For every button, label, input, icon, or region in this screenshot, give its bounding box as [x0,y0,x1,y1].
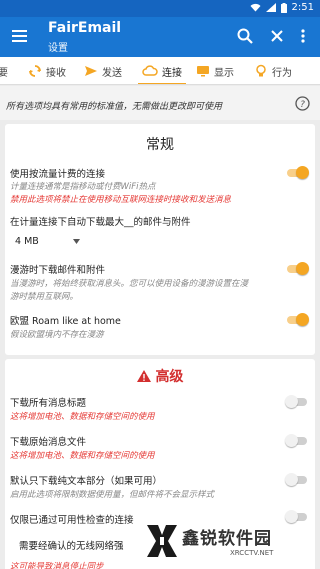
hint-text: 所有选项均具有常用的标准值，无需做出更改即可使用 [6,102,223,112]
metered-warning: 禁用此选项将禁止在使用移动互联网连接时接收和发送消息 [10,195,232,205]
validated-label: 仅限已通过可用性检查的连接 [10,515,134,526]
app-title: FairEmail [48,20,122,36]
download-limit-label: 在计量连接下自动下载最大__的邮件与附件 [10,217,191,228]
status-time: 2:51 [291,2,314,13]
lightbulb-icon [256,64,266,77]
tab-label: 要 [0,64,8,79]
app-subtitle: 设置 [48,43,68,54]
signal-icon [265,3,276,12]
download-limit-value: 4 MB [15,236,39,247]
watermark-site: XRCCTV.NET [230,549,274,557]
roaming-description-cont: 游时禁用互联网。 [10,292,79,302]
tab-behavior[interactable]: 行为 [254,57,292,84]
download-plain-description: 启用此选项将限制数据使用量，但邮件将不会显示样式 [10,490,215,500]
eu-roaming-toggle[interactable] [285,313,309,326]
tab-label: 连接 [162,67,182,79]
search-icon[interactable] [236,27,254,45]
download-limit-select[interactable]: 4 MB [15,236,80,247]
download-plain-label: 默认只下载纯文本部分（如果可用） [10,476,163,487]
tab-send[interactable]: 发送 [84,57,122,84]
cloud-icon [142,65,158,76]
roaming-label: 漫游时下载邮件和附件 [10,265,106,276]
download-headers-toggle[interactable] [285,395,309,408]
wifi-validated-label: 需要经确认的无线网络强 [19,541,124,552]
app-bar: FairEmail 设置 [0,17,320,57]
more-vert-icon[interactable] [298,27,308,45]
advanced-title-text: 高级 [155,369,184,385]
help-icon[interactable]: ? [295,96,310,111]
download-headers-label: 下载所有消息标题 [10,398,87,409]
watermark-brand: 鑫锐软件园 [182,529,272,549]
general-card: 常规 使用按流量计费的连接 计量连接通常是指移动或付费WiFi热点 禁用此选项将… [5,124,315,355]
advanced-last-line: 这可能导致消息停止同步 [10,562,104,569]
watermark: 鑫锐软件园 XRCCTV.NET [140,517,320,569]
tab-underline [138,83,186,84]
settings-tabs: 要 接收 发送 连接 显示 行为 [0,57,320,85]
defaults-hint: 所有选项均具有常用的标准值，无需做出更改即可使用 ? [0,86,320,120]
tab-label: 行为 [272,67,292,79]
dropdown-arrow-icon [72,239,80,244]
metered-description: 计量连接通常是指移动或付费WiFi热点 [10,182,156,192]
tab-label: 发送 [102,67,122,79]
general-title: 常规 [146,137,174,153]
tab-display[interactable]: 显示 [196,57,234,84]
tab-label: 显示 [214,67,234,79]
eu-roaming-description: 假设欧盟境内不存在漫游 [10,330,104,340]
watermark-logo-icon [147,525,177,557]
close-icon[interactable] [268,27,286,45]
tab-general[interactable]: 要 [0,57,8,84]
metered-label: 使用按流量计费的连接 [10,169,106,180]
svg-text:?: ? [300,100,305,110]
send-icon [85,66,97,76]
monitor-icon [197,66,209,77]
menu-icon[interactable] [10,26,30,46]
advanced-title: 高级 [5,366,315,386]
download-eml-warning: 这将增加电池、数据和存储空间的使用 [10,451,155,461]
tab-label: 接收 [46,67,66,79]
wifi-icon [250,3,261,12]
roaming-description: 当漫游时，将始终获取消息头。您可以使用设备的漫游设置在漫 [10,279,249,289]
metered-toggle[interactable] [285,166,309,179]
download-headers-warning: 这将增加电池、数据和存储空间的使用 [10,412,155,422]
download-eml-toggle[interactable] [285,434,309,447]
roaming-toggle[interactable] [285,262,309,275]
sync-icon [29,65,41,77]
tab-connection[interactable]: 连接 [138,57,186,84]
status-bar: 2:51 [0,0,320,17]
download-eml-label: 下载原始消息文件 [10,437,87,448]
battery-icon [280,2,287,13]
warning-icon [136,370,151,382]
download-plain-toggle[interactable] [285,473,309,486]
eu-roaming-label: 欧盟 Roam like at home [10,316,121,327]
tab-receive[interactable]: 接收 [28,57,66,84]
